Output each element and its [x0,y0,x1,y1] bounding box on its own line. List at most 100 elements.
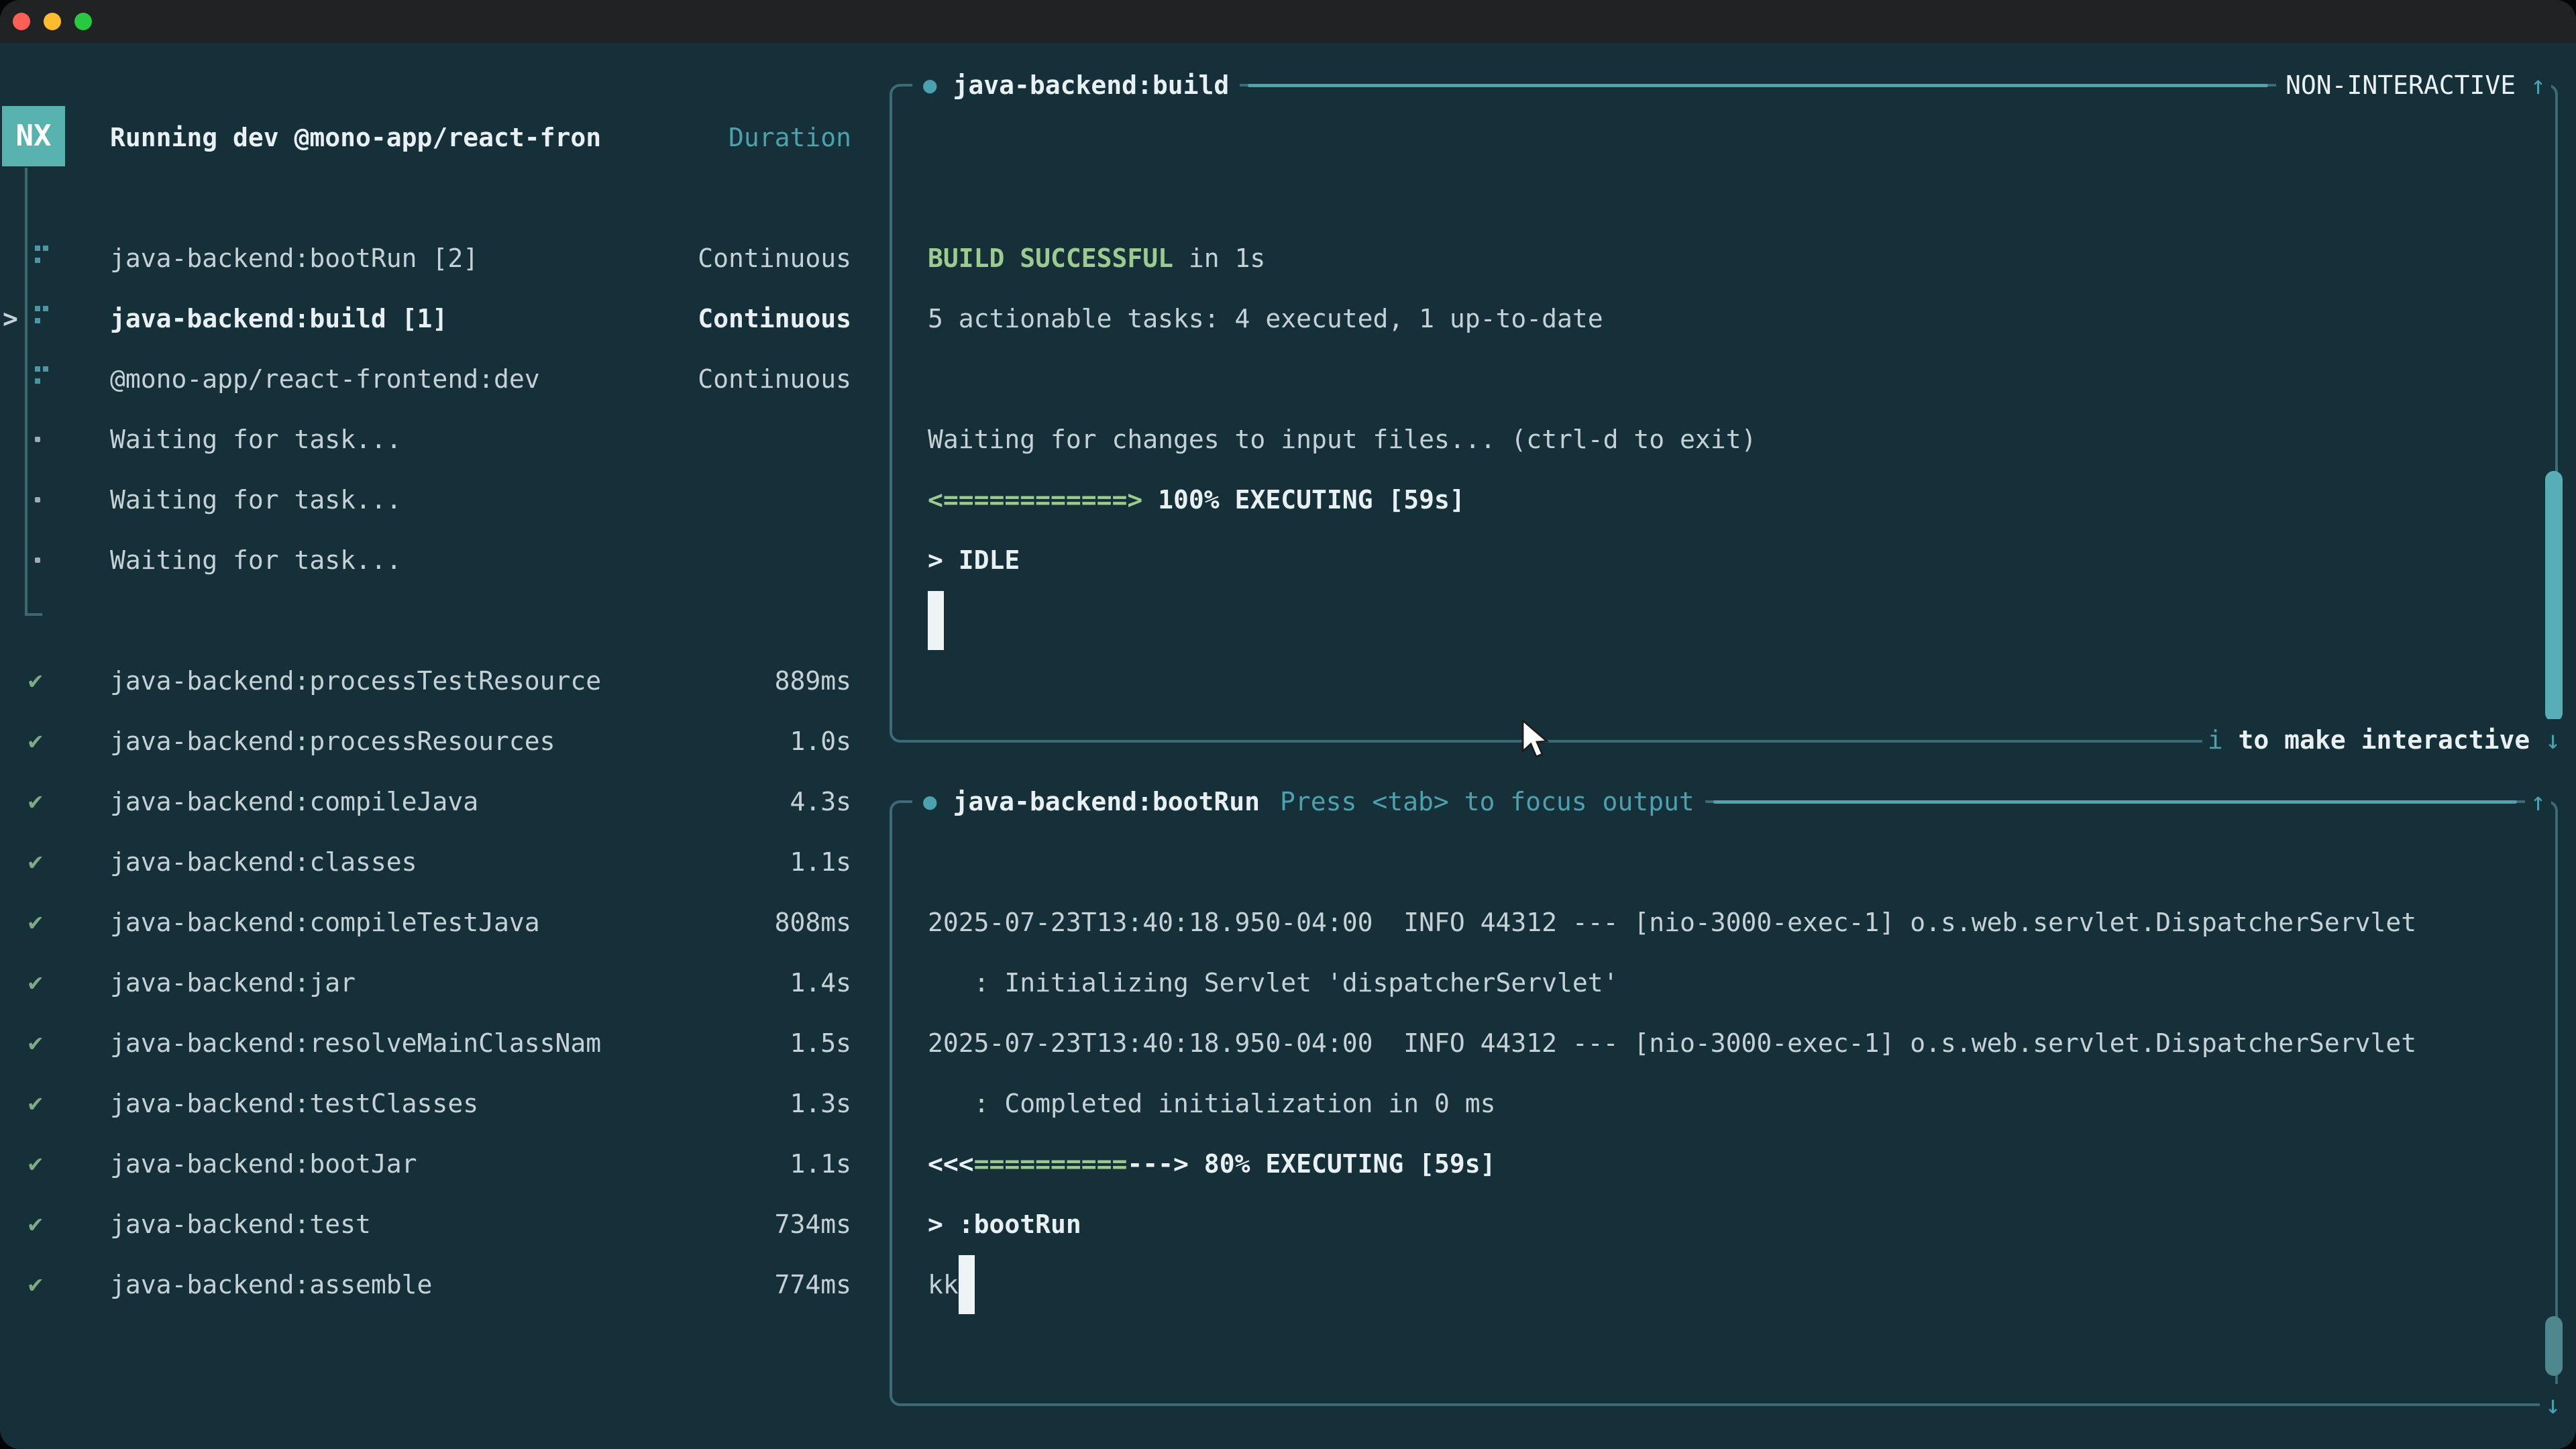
bootrun-terminal-output: 2025-07-23T13:40:18.950-04:00 INFO 44312… [928,892,2528,1315]
task-spinner-icon [35,306,40,311]
build-panel-header: ●java-backend:build NON-INTERACTIVE ↑ [912,64,2551,106]
task-name: java-backend:assemble [110,1254,432,1315]
completed-task-row[interactable]: ✔java-backend:test734ms [0,1194,892,1254]
close-button[interactable] [13,13,30,30]
task-name: java-backend:test [110,1194,371,1254]
scroll-down-icon[interactable]: ↓ [2545,725,2561,755]
terminal-text: kk [928,1270,959,1299]
mouse-cursor [1520,719,1551,761]
terminal-line: 2025-07-23T13:40:18.950-04:00 INFO 44312… [928,892,2528,953]
terminal-text: ---> 80% EXECUTING [59s] [1127,1149,1495,1179]
scroll-up-icon[interactable]: ↑ [2525,787,2551,816]
non-interactive-badge: NON-INTERACTIVE [2276,70,2525,100]
terminal-line [928,590,2528,651]
maximize-button[interactable] [74,13,92,30]
task-duration: 1.1s [790,832,851,892]
selected-task-marker: > [3,288,18,349]
task-name: java-backend:build [1] [110,288,447,349]
bootrun-output-panel[interactable]: ●java-backend:bootRunPress <tab> to focu… [890,800,2558,1406]
running-task-row[interactable]: @mono-app/react-frontend:devContinuous [0,349,892,409]
scrollbar-thumb[interactable] [2545,1316,2563,1376]
task-name: java-backend:testClasses [110,1073,478,1134]
running-task-row[interactable]: > java-backend:build [1] Continuous [0,288,892,349]
scroll-up-icon[interactable]: ↑ [2525,70,2551,100]
terminal-text: <============> [928,485,1142,515]
terminal-text: 2025-07-23T13:40:18.950-04:00 INFO 44312… [928,1028,2416,1058]
task-success-icon: ✔ [28,771,43,832]
bootrun-panel-title: java-backend:bootRun [953,787,1260,816]
task-pending-icon [35,437,40,442]
sidebar-footer: ← 1/2 → quit: q help: ? [0,1375,892,1436]
scrollbar-track[interactable] [2556,837,2558,1373]
build-terminal-output: BUILD SUCCESSFUL in 1s5 actionable tasks… [928,228,2528,651]
task-status: Continuous [698,288,851,349]
task-name: @mono-app/react-frontend:dev [110,349,540,409]
scroll-down-icon[interactable]: ↓ [2540,1384,2566,1426]
completed-task-row[interactable]: ✔ java-backend:testClasses 1.3s [0,1073,892,1134]
window-titlebar[interactable] [0,0,2576,43]
task-status: Continuous [698,228,851,288]
terminal-line: Waiting for changes to input files... (c… [928,409,2528,470]
completed-task-row[interactable]: ✔java-backend:classes1.1s [0,832,892,892]
duration-column-header: Duration [729,107,851,168]
task-pending-icon [35,557,40,563]
running-task-row[interactable]: Waiting for task... [0,409,892,470]
task-success-icon: ✔ [28,953,43,1013]
completed-task-row[interactable]: ✔java-backend:compileJava4.3s [0,771,892,832]
terminal-window: NX Running dev @mono-app/react-fron Dura… [0,0,2576,1449]
terminal-text: > IDLE [928,545,1020,575]
task-name: java-backend:compileTestJava [110,892,540,953]
terminal-text: in 1s [1173,244,1265,273]
terminal-text: : Initializing Servlet 'dispatcherServle… [928,968,1619,998]
task-success-icon: ✔ [28,1073,43,1134]
task-name: Waiting for task... [110,530,402,590]
completed-task-row[interactable]: ✔java-backend:processResources1.0s [0,711,892,771]
terminal-text: Waiting for changes to input files... (c… [928,425,1756,454]
task-success-icon: ✔ [28,651,43,711]
text-cursor [959,1255,975,1314]
task-duration: 774ms [775,1254,851,1315]
pagination: ← 1/2 → [30,1436,137,1449]
terminal-text: : Completed initialization in 0 ms [928,1089,1495,1118]
running-task-row[interactable]: Waiting for task... [0,470,892,530]
terminal-text: ========== [974,1149,1128,1179]
build-output-panel[interactable]: ●java-backend:build NON-INTERACTIVE ↑ BU… [890,84,2558,743]
bootrun-panel-header: ●java-backend:bootRunPress <tab> to focu… [912,781,2551,822]
task-duration: 1.3s [790,1073,851,1134]
running-task-row[interactable]: java-backend:bootRun [2] Continuous [0,228,892,288]
task-success-icon: ✔ [28,1194,43,1254]
task-name: java-backend:processTestResource [110,651,601,711]
running-task-row[interactable]: Waiting for task... [0,530,892,590]
scrollbar-thumb[interactable] [2545,471,2563,722]
task-success-icon: ✔ [28,711,43,771]
terminal-line: : Completed initialization in 0 ms [928,1073,2528,1134]
completed-task-row[interactable]: ✔java-backend:jar1.4s [0,953,892,1013]
task-duration: 808ms [775,892,851,953]
terminal-line [928,349,2528,409]
completed-task-row[interactable]: ✔java-backend:resolveMainClassNam1.5s [0,1013,892,1073]
task-name: java-backend:classes [110,832,417,892]
task-spinner-icon [35,246,40,251]
completed-task-row[interactable]: ✔java-backend:assemble774ms [0,1254,892,1315]
task-bullet-icon: ● [923,788,936,815]
terminal-line: > IDLE [928,530,2528,590]
completed-task-row[interactable]: ✔java-backend:bootJar1.1s [0,1134,892,1194]
task-group-connector-elbow [25,613,42,616]
interactive-hint-text: to make interactive [2223,725,2545,755]
panel-title-rule [1713,800,2517,804]
nx-logo: NX [2,106,65,166]
terminal-text: 100% EXECUTING [59s] [1142,485,1464,515]
task-name: Waiting for task... [110,470,402,530]
completed-task-row[interactable]: ✔java-backend:processTestResource889ms [0,651,892,711]
terminal-line: 2025-07-23T13:40:18.950-04:00 INFO 44312… [928,1013,2528,1073]
interactive-hint-key[interactable]: i [2208,725,2223,755]
task-success-icon: ✔ [28,1134,43,1194]
minimize-button[interactable] [44,13,61,30]
task-name: java-backend:bootRun [2] [110,228,478,288]
running-task-list: java-backend:bootRun [2]Continuous>java-… [0,228,892,590]
build-panel-title: java-backend:build [953,70,1229,100]
task-sidebar: NX Running dev @mono-app/react-fron Dura… [0,43,892,1449]
terminal-line: kk [928,1254,2528,1315]
completed-task-row[interactable]: ✔java-backend:compileTestJava808ms [0,892,892,953]
text-cursor [928,591,944,650]
